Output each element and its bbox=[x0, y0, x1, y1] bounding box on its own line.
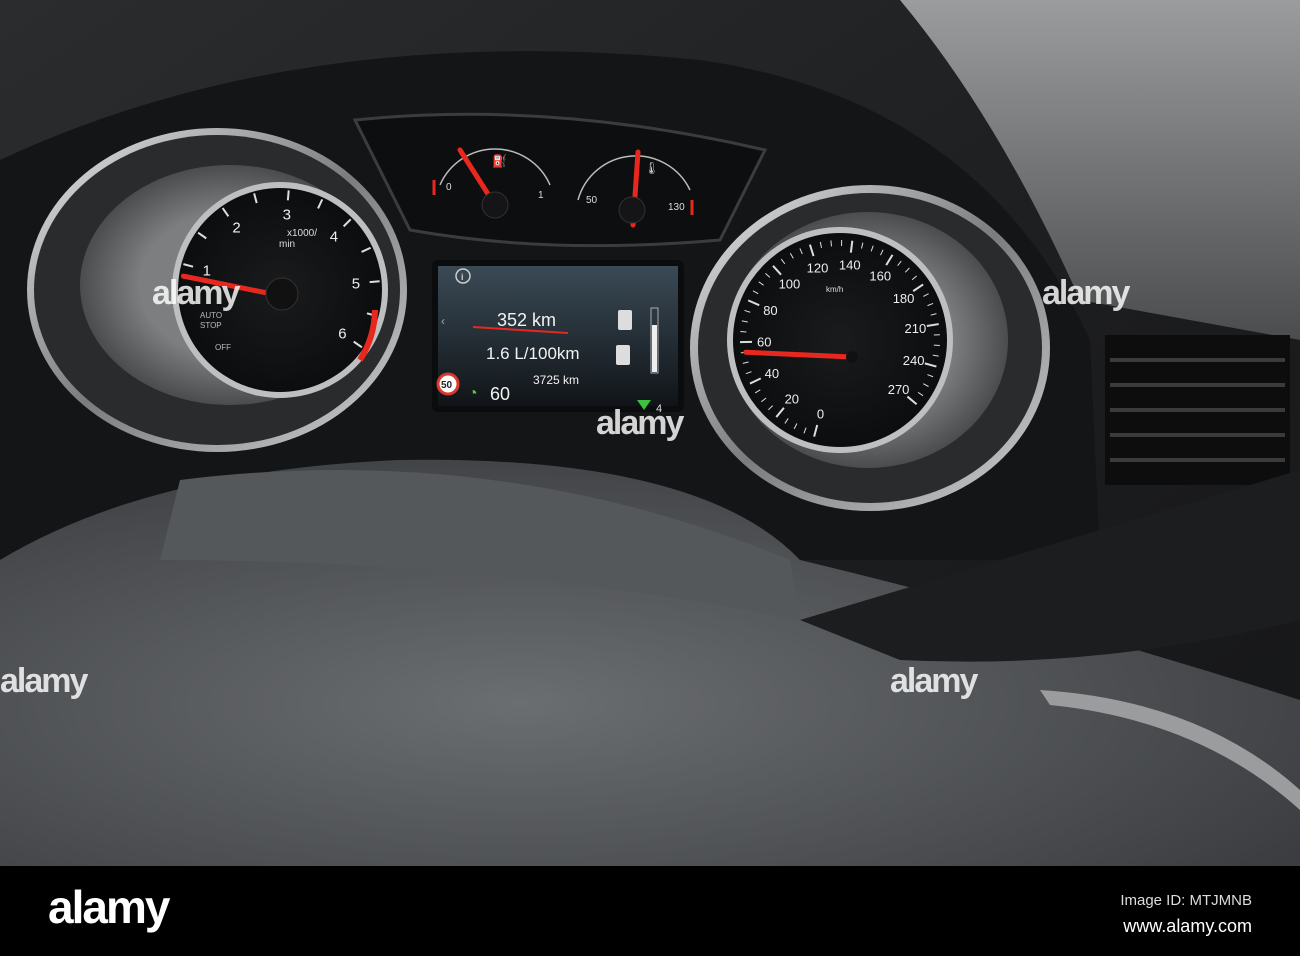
previous-page-icon[interactable]: ‹ bbox=[441, 314, 445, 328]
speed-number: 60 bbox=[757, 335, 771, 350]
odometer-value: 3725 km bbox=[533, 373, 579, 387]
speed-number: 40 bbox=[765, 366, 779, 381]
range-value: 352 km bbox=[497, 310, 556, 330]
fuel-pump-icon: ⛽ bbox=[492, 154, 507, 168]
speed-number: 240 bbox=[903, 353, 925, 368]
fuel-level-bar bbox=[652, 325, 657, 372]
info-display: i ‹ 352 km 1.6 L/100km 3725 km 50 ◔ 60 4 bbox=[432, 260, 684, 415]
speed-unit: km/h bbox=[826, 285, 843, 294]
tach-number: 2 bbox=[232, 220, 240, 237]
speed-tick bbox=[740, 330, 747, 333]
speed-number: 120 bbox=[807, 261, 829, 276]
watermark: alamy bbox=[152, 274, 240, 312]
auto-stop-off-label: OFF bbox=[215, 343, 231, 352]
speed-limit-value: 50 bbox=[441, 380, 453, 391]
tach-unit: x1000/ bbox=[287, 228, 317, 239]
watermark: alamy bbox=[0, 662, 88, 700]
speed-number: 80 bbox=[763, 303, 777, 318]
tach-tick bbox=[286, 190, 290, 201]
fuel-range-icon bbox=[618, 310, 632, 330]
tach-number: 6 bbox=[338, 326, 346, 343]
speed-number: 180 bbox=[893, 291, 915, 306]
temp-min-label: 50 bbox=[586, 195, 598, 206]
tach-number: 4 bbox=[330, 228, 338, 245]
consumption-value: 1.6 L/100km bbox=[486, 344, 580, 363]
cruise-speed-value: 60 bbox=[490, 384, 510, 404]
speed-number: 0 bbox=[817, 406, 824, 421]
watermark: alamy bbox=[890, 662, 978, 700]
tach-number: 3 bbox=[283, 206, 291, 223]
site-url[interactable]: www.alamy.com bbox=[1123, 916, 1252, 937]
coolant-temp-icon: 🌡 bbox=[644, 161, 659, 175]
speed-number: 20 bbox=[785, 392, 799, 407]
tach-tick bbox=[369, 280, 380, 284]
air-vent[interactable] bbox=[1105, 335, 1290, 485]
temp-max-label: 130 bbox=[668, 202, 685, 213]
watermark: alamy bbox=[596, 404, 684, 442]
fuel-consumption-icon bbox=[616, 345, 630, 365]
speed-tick bbox=[830, 240, 832, 247]
image-id: Image ID: MTJMNB bbox=[1120, 892, 1252, 909]
speed-number: 140 bbox=[839, 258, 861, 273]
speed-number: 270 bbox=[888, 382, 910, 397]
tach-unit-min: min bbox=[279, 239, 295, 250]
auto-stop-label-2: STOP bbox=[200, 321, 222, 330]
watermark: alamy bbox=[1042, 274, 1130, 312]
alamy-logo: alamy bbox=[48, 881, 170, 933]
speed-number: 100 bbox=[779, 277, 801, 292]
footer-bar: alamy Image ID: MTJMNB www.alamy.com bbox=[0, 866, 1300, 956]
tach-number: 5 bbox=[352, 275, 360, 292]
fuel-max-label: 1 bbox=[538, 190, 544, 201]
speed-number: 210 bbox=[905, 321, 927, 336]
speedometer: 020406080100120 140160180210240270 km/h bbox=[690, 185, 1050, 511]
fuel-min-label: 0 bbox=[446, 182, 452, 193]
speed-number: 160 bbox=[869, 268, 891, 283]
cruise-control-icon: ◔ bbox=[468, 385, 478, 402]
svg-text:i: i bbox=[461, 272, 464, 282]
